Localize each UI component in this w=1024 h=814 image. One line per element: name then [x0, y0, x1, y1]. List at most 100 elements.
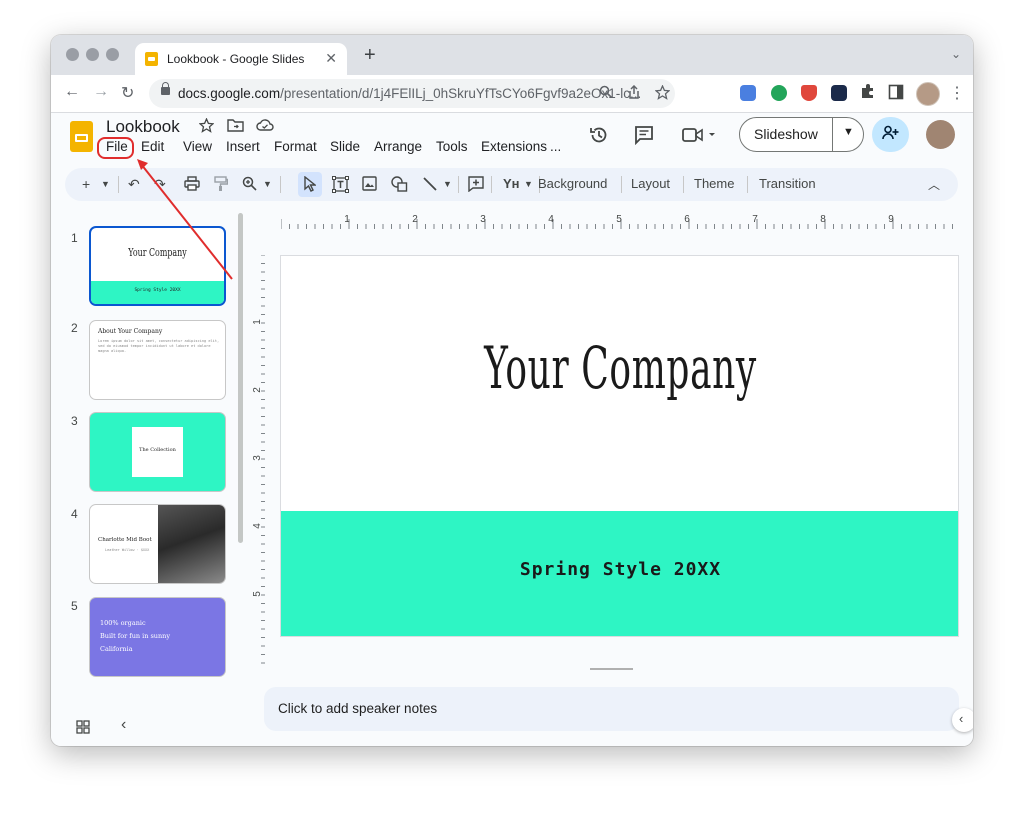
minimize-window-button[interactable] [86, 48, 99, 61]
undo-icon[interactable]: ↶ [128, 176, 140, 193]
browser-tab[interactable]: Lookbook - Google Slides ✕ [135, 43, 347, 75]
translate-extension-icon[interactable] [740, 85, 756, 101]
thumb-band: Spring Style 20XX [91, 281, 224, 304]
new-tab-button[interactable]: + [364, 44, 376, 67]
menu-more[interactable]: ... [550, 139, 561, 154]
menu-arrange[interactable]: Arrange [374, 139, 422, 154]
transition-button[interactable]: Transition [759, 176, 816, 191]
insert-comment-icon[interactable] [468, 176, 484, 195]
input-tools-icon[interactable]: Yн [503, 176, 520, 191]
new-slide-dropdown-icon[interactable]: ▼ [101, 179, 110, 189]
meet-video-icon[interactable] [682, 125, 716, 150]
layout-button[interactable]: Layout [631, 176, 670, 191]
filmstrip-scrollbar[interactable] [238, 213, 243, 543]
document-title[interactable]: Lookbook [106, 117, 180, 137]
thumb-photo [158, 505, 225, 583]
speaker-notes[interactable]: Click to add speaker notes [264, 687, 959, 731]
slide-number: 3 [71, 414, 78, 428]
slide-canvas[interactable]: Your Company Spring Style 20XX [280, 255, 959, 637]
new-slide-plus-icon[interactable]: + [82, 176, 90, 192]
ruler-label: 7 [752, 214, 758, 225]
file-menu-highlight [97, 137, 134, 159]
move-folder-icon[interactable] [227, 118, 244, 136]
browser-menu-icon[interactable]: ⋮ [949, 83, 965, 103]
lock-icon[interactable] [161, 82, 170, 95]
thumb-subtitle: Spring Style 20XX [134, 288, 181, 293]
url-host: docs.google.com [178, 86, 281, 101]
zoom-icon[interactable] [242, 176, 257, 194]
extensions-puzzle-icon[interactable] [860, 83, 876, 99]
print-icon[interactable] [184, 176, 200, 194]
menu-edit[interactable]: Edit [141, 139, 164, 154]
forward-arrow-icon[interactable]: → [93, 83, 109, 101]
ruler-label: 6 [684, 214, 690, 225]
line-icon[interactable] [422, 176, 438, 195]
slide-number: 4 [71, 507, 78, 521]
theme-button[interactable]: Theme [694, 176, 734, 191]
grid-view-icon[interactable] [76, 720, 90, 737]
version-history-icon[interactable] [589, 125, 609, 150]
user-avatar[interactable] [926, 120, 955, 149]
slide-thumbnail-1[interactable]: Your Company Spring Style 20XX [89, 226, 226, 306]
browser-toolbar: ← → ↻ docs.google.com/presentation/d/1j4… [51, 75, 973, 113]
ruler-label: 4 [548, 214, 554, 225]
slide-thumbnail-3[interactable]: The Collection [89, 412, 226, 492]
comments-icon[interactable] [634, 125, 654, 150]
slide-title[interactable]: Your Company [410, 334, 831, 402]
input-tools-dropdown-icon[interactable]: ▼ [524, 179, 533, 189]
background-button[interactable]: Background [538, 176, 607, 191]
slide-thumbnail-5[interactable]: 100% organic Built for fun in sunny Cali… [89, 597, 226, 677]
reload-icon[interactable]: ↻ [121, 83, 134, 103]
menu-view[interactable]: View [183, 139, 212, 154]
shield-extension-icon[interactable] [801, 85, 817, 101]
menu-slide[interactable]: Slide [330, 139, 360, 154]
ruler-label: 5 [252, 591, 263, 597]
search-icon[interactable] [599, 85, 613, 102]
slides-logo-icon[interactable] [70, 121, 93, 152]
slide-subtitle[interactable]: Spring Style 20XX [281, 559, 958, 580]
ruler-label: 4 [252, 523, 263, 529]
toolbar-divider [491, 176, 492, 193]
slide-number: 5 [71, 599, 78, 613]
notes-resize-handle[interactable] [590, 668, 633, 670]
maximize-window-button[interactable] [106, 48, 119, 61]
side-panel-icon[interactable] [888, 84, 904, 100]
image-icon[interactable] [362, 176, 377, 194]
share-button[interactable] [872, 117, 909, 152]
text-box-icon[interactable] [332, 176, 349, 196]
close-window-button[interactable] [66, 48, 79, 61]
grammarly-extension-icon[interactable] [771, 85, 787, 101]
collapse-filmstrip-chevron-icon[interactable]: ‹ [121, 716, 126, 734]
line-dropdown-icon[interactable]: ▼ [443, 179, 452, 189]
slideshow-dropdown-icon[interactable]: ▼ [843, 126, 854, 138]
tab-search-chevron-icon[interactable]: ⌄ [951, 47, 961, 61]
slide-thumbnail-4[interactable]: Charlotte Mid Boot Leather Willow · $XXX [89, 504, 226, 584]
browser-window: Lookbook - Google Slides ✕ + ⌄ ← → ↻ doc… [51, 35, 973, 746]
toolbar-divider [118, 176, 119, 193]
shape-icon[interactable] [391, 176, 408, 195]
address-bar[interactable]: docs.google.com/presentation/d/1j4FElILj… [149, 79, 675, 108]
hexagon-extension-icon[interactable] [831, 85, 847, 101]
select-cursor-icon[interactable] [304, 175, 317, 195]
paint-format-icon[interactable] [214, 176, 229, 195]
menu-format[interactable]: Format [274, 139, 317, 154]
slide-thumbnail-2[interactable]: About Your Company Lorem ipsum dolor sit… [89, 320, 226, 400]
share-page-icon[interactable] [627, 84, 641, 103]
cloud-status-icon[interactable] [256, 118, 274, 136]
profile-avatar[interactable] [916, 82, 940, 106]
menu-insert[interactable]: Insert [226, 139, 260, 154]
toolbar-divider [458, 176, 459, 193]
slideshow-button[interactable]: Slideshow ▼ [739, 117, 864, 152]
redo-icon[interactable]: ↷ [154, 176, 166, 193]
menu-tools[interactable]: Tools [436, 139, 468, 154]
side-panel-toggle[interactable]: ‹ [952, 708, 973, 732]
bookmark-star-icon[interactable] [654, 84, 671, 103]
back-arrow-icon[interactable]: ← [64, 83, 80, 101]
zoom-dropdown-icon[interactable]: ▼ [263, 179, 272, 189]
tab-close-icon[interactable]: ✕ [325, 50, 337, 67]
star-icon[interactable] [198, 117, 215, 137]
collapse-toolbar-chevron-icon[interactable]: ︿ [928, 176, 940, 193]
menu-extensions[interactable]: Extensions [481, 139, 547, 154]
slide-band[interactable]: Spring Style 20XX [281, 511, 958, 636]
add-person-icon [882, 125, 899, 144]
